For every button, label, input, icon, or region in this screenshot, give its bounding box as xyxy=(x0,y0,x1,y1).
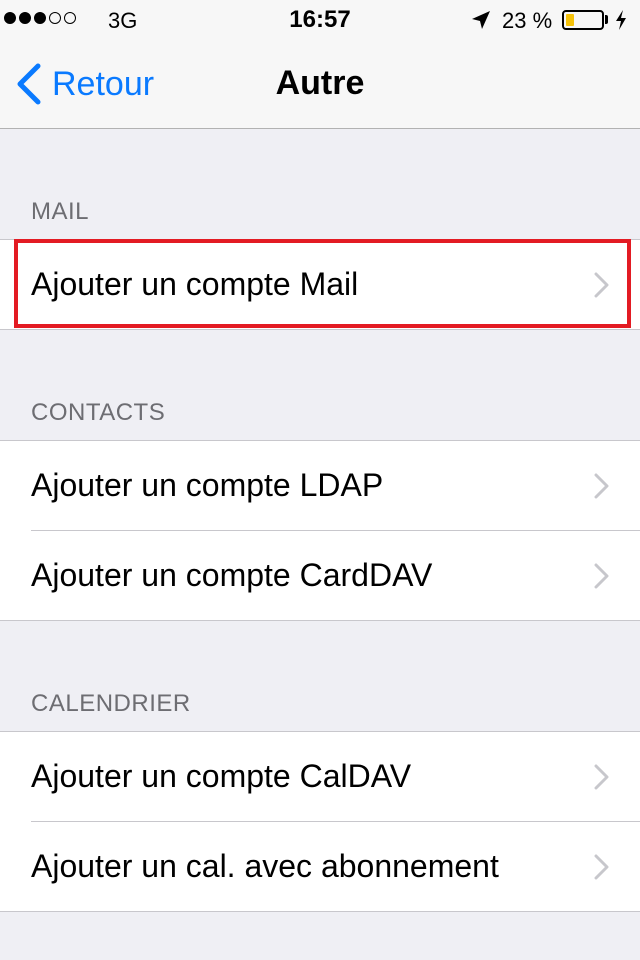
add-carddav-account-cell[interactable]: Ajouter un compte CardDAV xyxy=(0,530,640,620)
cell-label: Ajouter un compte CalDAV xyxy=(31,758,412,794)
page-title: Autre xyxy=(275,64,365,102)
battery-cap xyxy=(605,15,608,24)
add-ldap-account-cell[interactable]: Ajouter un compte LDAP xyxy=(0,441,640,530)
battery-icon xyxy=(562,10,604,30)
add-caldav-account-cell[interactable]: Ajouter un compte CalDAV xyxy=(0,732,640,821)
battery-level-fill xyxy=(566,14,574,26)
chevron-right-icon xyxy=(594,764,609,790)
section-header-mail: MAIL xyxy=(31,198,90,225)
chevron-right-icon xyxy=(594,854,609,880)
section-group-contacts: Ajouter un compte LDAP Ajouter un compte… xyxy=(0,440,640,621)
cell-label: Ajouter un compte Mail xyxy=(31,266,359,302)
chevron-right-icon xyxy=(594,473,609,499)
navigation-bar: Retour Autre xyxy=(0,40,640,129)
cell-label: Ajouter un cal. avec abonnement xyxy=(31,848,499,884)
cell-label: Ajouter un compte LDAP xyxy=(31,467,384,503)
cell-label: Ajouter un compte CardDAV xyxy=(31,557,433,593)
location-arrow-icon xyxy=(472,11,490,29)
section-group-mail: Ajouter un compte Mail xyxy=(0,239,640,330)
add-mail-account-cell[interactable]: Ajouter un compte Mail xyxy=(0,240,640,329)
section-header-contacts: CONTACTS xyxy=(31,399,166,426)
charging-bolt-icon xyxy=(616,10,626,30)
chevron-right-icon xyxy=(594,563,609,589)
chevron-right-icon xyxy=(594,272,609,298)
battery-percentage: 23 % xyxy=(502,8,553,33)
add-subscribed-calendar-cell[interactable]: Ajouter un cal. avec abonnement xyxy=(0,821,640,911)
status-bar: 3G 16:57 23 % xyxy=(0,0,640,40)
section-header-calendar: CALENDRIER xyxy=(31,690,191,717)
section-group-calendar: Ajouter un compte CalDAV Ajouter un cal.… xyxy=(0,731,640,912)
